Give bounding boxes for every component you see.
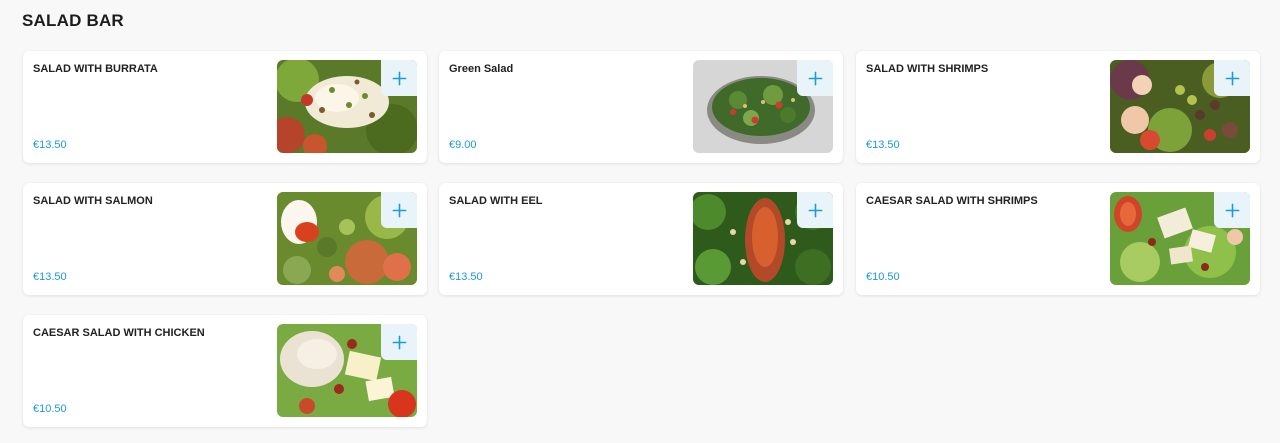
item-price: €13.50 (449, 271, 483, 283)
item-price: €13.50 (866, 139, 900, 151)
add-to-cart-button[interactable] (381, 60, 417, 96)
item-price: €9.00 (449, 139, 477, 151)
menu-grid: SALAD WITH BURRATA €13.50 Green Salad €9… (0, 0, 1280, 443)
menu-item-card[interactable]: CAESAR SALAD WITH SHRIMPS €10.50 (856, 183, 1260, 295)
item-name: CAESAR SALAD WITH SHRIMPS (866, 195, 1038, 207)
plus-icon (808, 203, 822, 217)
item-photo (277, 192, 417, 285)
plus-icon (392, 335, 406, 349)
menu-item-card[interactable]: SALAD WITH SALMON €13.50 (23, 183, 427, 295)
item-photo (1110, 60, 1250, 153)
add-to-cart-button[interactable] (381, 192, 417, 228)
item-photo (1110, 192, 1250, 285)
item-name: SALAD WITH EEL (449, 195, 543, 207)
add-to-cart-button[interactable] (1214, 60, 1250, 96)
item-name: Green Salad (449, 63, 514, 75)
add-to-cart-button[interactable] (381, 324, 417, 360)
plus-icon (1225, 71, 1239, 85)
item-price: €10.50 (866, 271, 900, 283)
item-name: SALAD WITH SALMON (33, 195, 153, 207)
menu-item-card[interactable]: Green Salad €9.00 (439, 51, 843, 163)
item-photo (277, 324, 417, 417)
menu-item-card[interactable]: SALAD WITH SHRIMPS €13.50 (856, 51, 1260, 163)
item-price: €10.50 (33, 403, 67, 415)
add-to-cart-button[interactable] (797, 60, 833, 96)
menu-item-card[interactable]: SALAD WITH BURRATA €13.50 (23, 51, 427, 163)
plus-icon (1225, 203, 1239, 217)
item-photo (277, 60, 417, 153)
plus-icon (392, 203, 406, 217)
item-price: €13.50 (33, 271, 67, 283)
menu-item-card[interactable]: CAESAR SALAD WITH CHICKEN €10.50 (23, 315, 427, 427)
item-photo (693, 60, 833, 153)
add-to-cart-button[interactable] (1214, 192, 1250, 228)
menu-item-card[interactable]: SALAD WITH EEL €13.50 (439, 183, 843, 295)
item-price: €13.50 (33, 139, 67, 151)
item-photo (693, 192, 833, 285)
plus-icon (392, 71, 406, 85)
item-name: SALAD WITH SHRIMPS (866, 63, 989, 75)
item-name: SALAD WITH BURRATA (33, 63, 158, 75)
add-to-cart-button[interactable] (797, 192, 833, 228)
item-name: CAESAR SALAD WITH CHICKEN (33, 327, 205, 339)
plus-icon (808, 71, 822, 85)
